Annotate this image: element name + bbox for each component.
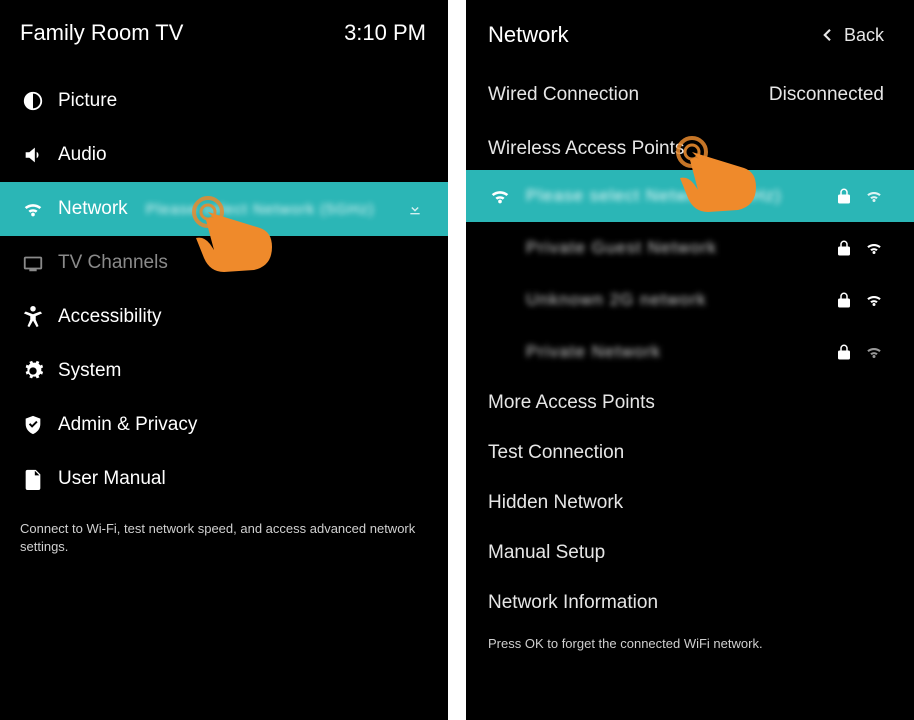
hint-text: Connect to Wi-Fi, test network speed, an… xyxy=(0,506,448,555)
menu-item-tv-channels[interactable]: TV Channels xyxy=(0,236,448,290)
spacer xyxy=(488,236,512,260)
menu-item-network[interactable]: Network Please select Network (5GHz) xyxy=(0,182,448,236)
back-button[interactable]: Back xyxy=(818,25,884,46)
menu-label: User Manual xyxy=(58,468,166,490)
lock-icon xyxy=(834,290,854,310)
download-icon xyxy=(402,196,428,222)
wifi-signal-icon xyxy=(864,186,884,206)
wifi-signal-icon xyxy=(864,290,884,310)
access-point-name: Private Guest Network xyxy=(526,238,834,258)
spacer xyxy=(488,340,512,364)
menu-label: Audio xyxy=(58,144,107,166)
hint-text: Press OK to forget the connected WiFi ne… xyxy=(466,628,914,651)
wifi-signal-icon xyxy=(864,342,884,362)
wired-status: Disconnected xyxy=(769,84,884,106)
arrow-left-icon xyxy=(818,26,836,44)
menu-label: Accessibility xyxy=(58,306,161,328)
wired-label: Wired Connection xyxy=(488,84,639,106)
header: Network Back xyxy=(466,0,914,70)
menu-label: Network xyxy=(58,198,128,220)
settings-menu: Picture Audio Network Please select Netw… xyxy=(0,74,448,506)
access-point-item[interactable]: Private Network xyxy=(466,326,914,378)
lock-icon xyxy=(834,186,854,206)
settings-menu-panel: Family Room TV 3:10 PM Picture Audio Net… xyxy=(0,0,448,720)
access-point-name: Private Network xyxy=(526,342,834,362)
menu-item-user-manual[interactable]: User Manual xyxy=(0,452,448,506)
access-point-list: Please select Network (5GHz) Private Gue… xyxy=(466,170,914,378)
wifi-icon xyxy=(488,184,512,208)
network-panel: Network Back Wired Connection Disconnect… xyxy=(466,0,914,720)
device-name: Family Room TV xyxy=(20,20,183,46)
panel-divider xyxy=(448,0,466,720)
menu-item-picture[interactable]: Picture xyxy=(0,74,448,128)
access-point-name: Please select Network (5GHz) xyxy=(526,186,834,206)
menu-label: TV Channels xyxy=(58,252,168,274)
manual-setup[interactable]: Manual Setup xyxy=(466,528,914,578)
access-point-name: Unknown 2G network xyxy=(526,290,834,310)
menu-label: Admin & Privacy xyxy=(58,414,197,436)
wired-connection-row[interactable]: Wired Connection Disconnected xyxy=(466,70,914,120)
access-point-item[interactable]: Please select Network (5GHz) xyxy=(466,170,914,222)
shield-icon xyxy=(20,412,46,438)
access-point-item[interactable]: Unknown 2G network xyxy=(466,274,914,326)
clock: 3:10 PM xyxy=(344,20,426,46)
menu-label: Picture xyxy=(58,90,117,112)
test-connection[interactable]: Test Connection xyxy=(466,428,914,478)
wireless-access-points-label: Wireless Access Points xyxy=(466,120,914,170)
wifi-icon xyxy=(20,196,46,222)
menu-item-admin-privacy[interactable]: Admin & Privacy xyxy=(0,398,448,452)
gear-icon xyxy=(20,358,46,384)
menu-item-system[interactable]: System xyxy=(0,344,448,398)
lock-icon xyxy=(834,342,854,362)
access-point-item[interactable]: Private Guest Network xyxy=(466,222,914,274)
menu-item-accessibility[interactable]: Accessibility xyxy=(0,290,448,344)
tv-icon xyxy=(20,250,46,276)
spacer xyxy=(488,288,512,312)
contrast-icon xyxy=(20,88,46,114)
more-access-points[interactable]: More Access Points xyxy=(466,378,914,428)
document-icon xyxy=(20,466,46,492)
menu-item-audio[interactable]: Audio xyxy=(0,128,448,182)
back-label: Back xyxy=(844,25,884,46)
accessibility-icon xyxy=(20,304,46,330)
network-information[interactable]: Network Information xyxy=(466,578,914,628)
current-network-name: Please select Network (5GHz) xyxy=(146,201,375,218)
wifi-signal-icon xyxy=(864,238,884,258)
lock-icon xyxy=(834,238,854,258)
hidden-network[interactable]: Hidden Network xyxy=(466,478,914,528)
header: Family Room TV 3:10 PM xyxy=(0,0,448,74)
speaker-icon xyxy=(20,142,46,168)
page-title: Network xyxy=(488,22,569,48)
menu-label: System xyxy=(58,360,121,382)
